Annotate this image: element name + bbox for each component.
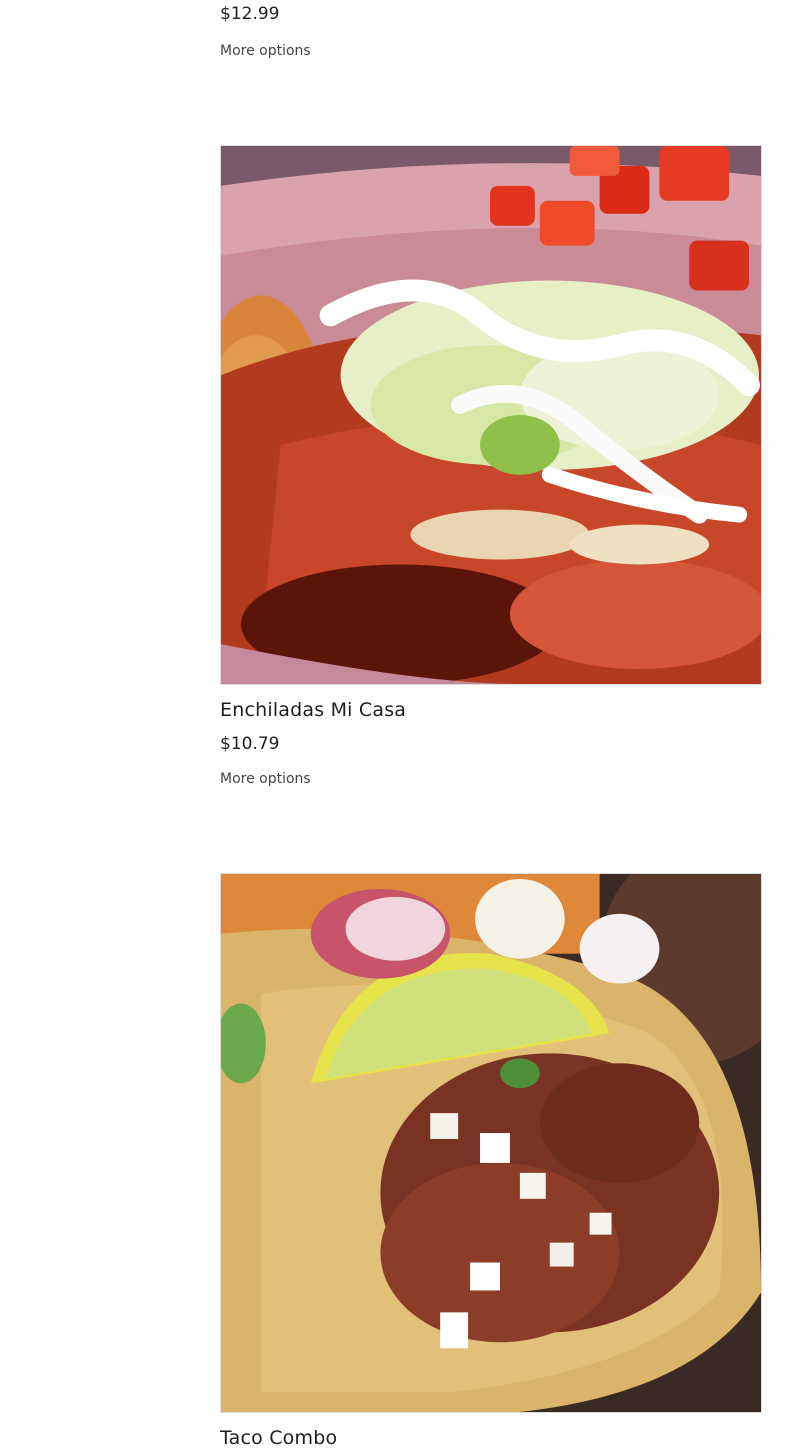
menu-item: Enchiladas Mi Casa $10.79 More options <box>220 145 762 787</box>
item-name[interactable]: Taco Combo <box>220 1427 337 1449</box>
item-price: $12.99 <box>220 4 280 24</box>
tacos-photo[interactable] <box>220 873 762 1413</box>
item-name[interactable]: Enchiladas Mi Casa <box>220 699 406 721</box>
more-options-link[interactable]: More options <box>220 43 311 59</box>
more-options-link[interactable]: More options <box>220 771 311 787</box>
menu-item: Taco Combo <box>220 873 762 1449</box>
item-price: $10.79 <box>220 734 280 754</box>
enchiladas-photo[interactable] <box>220 145 762 685</box>
